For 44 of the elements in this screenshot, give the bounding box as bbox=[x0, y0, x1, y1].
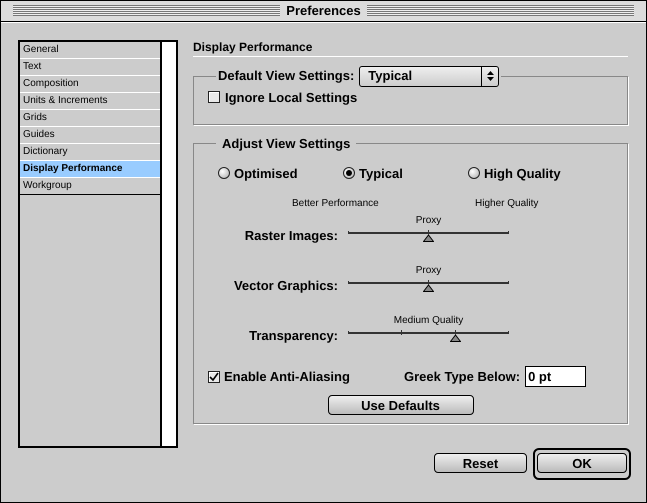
window-title: Preferences bbox=[286, 2, 361, 20]
radio-button[interactable] bbox=[218, 167, 230, 180]
checkbox[interactable] bbox=[208, 370, 220, 382]
slider-label: Vector Graphics: bbox=[232, 277, 339, 295]
field-label: Default View Settings: bbox=[218, 67, 354, 86]
view-select[interactable]: Typical bbox=[359, 66, 500, 86]
dialog-button[interactable]: Use Defaults bbox=[328, 395, 474, 415]
radio-button[interactable] bbox=[343, 167, 355, 180]
dialog-button[interactable]: Reset bbox=[434, 452, 527, 472]
sidebar-item[interactable]: Workgroup bbox=[20, 178, 160, 194]
ok-button[interactable]: OK bbox=[537, 452, 627, 472]
radio-button[interactable] bbox=[468, 167, 480, 180]
section-title: Display Performance bbox=[193, 38, 314, 54]
stepper-icon bbox=[486, 71, 494, 81]
sidebar-item[interactable]: Grids bbox=[20, 110, 160, 126]
greek-type-field[interactable]: 0 pt bbox=[525, 366, 586, 387]
sidebar-item[interactable]: Composition bbox=[20, 76, 160, 92]
sidebar-item[interactable]: Units & Increments bbox=[20, 92, 160, 110]
slider-value: Medium Quality bbox=[394, 314, 464, 327]
sidebar-item[interactable]: Text bbox=[20, 58, 160, 76]
slider-value: Proxy bbox=[416, 214, 442, 227]
slider-thumb[interactable] bbox=[450, 335, 461, 342]
sidebar-item[interactable]: Guides bbox=[20, 126, 160, 144]
group-title: Adjust View Settings bbox=[222, 136, 350, 150]
slider-track[interactable] bbox=[348, 278, 509, 290]
slider-label: Transparency: bbox=[248, 327, 339, 345]
radio-label: Optimised bbox=[234, 164, 298, 183]
slider-value: Proxy bbox=[416, 264, 442, 277]
checkbox[interactable] bbox=[208, 91, 220, 104]
scale-label: Better Performance bbox=[292, 197, 380, 211]
radio-label: High Quality bbox=[484, 164, 561, 183]
sidebar-item[interactable]: Display Performance bbox=[20, 160, 160, 178]
slider-track[interactable] bbox=[348, 328, 509, 340]
slider-thumb[interactable] bbox=[423, 285, 434, 292]
checkbox-label: Ignore Local Settings bbox=[225, 88, 358, 107]
field-label: Greek Type Below: bbox=[404, 368, 520, 386]
slider-thumb[interactable] bbox=[423, 235, 434, 242]
radio-label: Typical bbox=[359, 164, 403, 183]
slider-label: Raster Images: bbox=[244, 227, 339, 245]
scroll-bar[interactable] bbox=[162, 42, 176, 446]
sidebar-item[interactable]: General bbox=[20, 42, 160, 58]
scale-label: Higher Quality bbox=[475, 197, 538, 211]
slider-track[interactable] bbox=[348, 228, 509, 240]
checkbox-label: Enable Anti-Aliasing bbox=[224, 368, 350, 386]
